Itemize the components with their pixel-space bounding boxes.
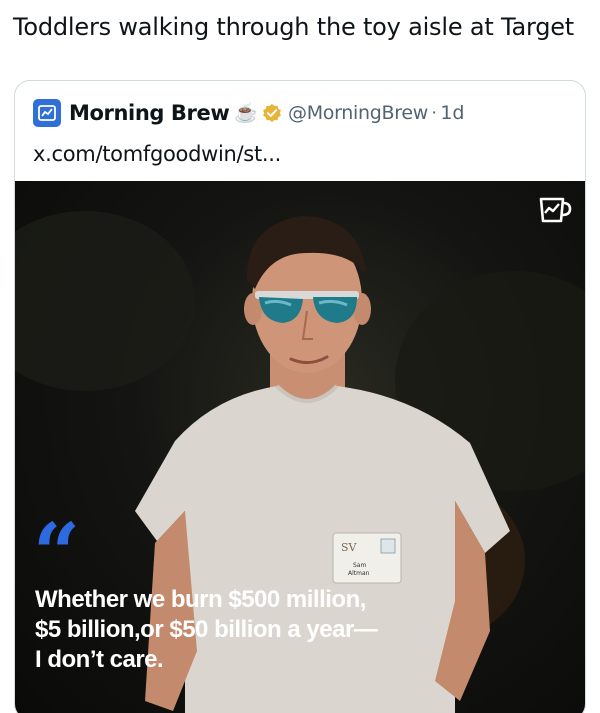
author-name[interactable]: Morning Brew xyxy=(69,101,230,125)
quote-mark-icon: “ xyxy=(33,506,81,602)
badge-first-name: Sam xyxy=(353,562,366,569)
quote-line: $5 billion,or $50 billion a year— xyxy=(35,616,378,643)
coffee-emoji: ☕ xyxy=(234,103,259,124)
badge-last-name: Altman xyxy=(348,570,370,577)
post-timestamp[interactable]: 1d xyxy=(440,102,464,124)
quoted-post-header: Morning Brew ☕ @MorningBrew · 1d xyxy=(33,98,464,128)
quote-line: I don’t care. xyxy=(35,646,164,673)
quoted-post-card[interactable]: Morning Brew ☕ @MorningBrew · 1d x.com/t… xyxy=(14,80,586,713)
quoted-post-link[interactable]: x.com/tomfgoodwin/st... xyxy=(33,142,281,166)
morning-brew-avatar[interactable] xyxy=(33,99,61,127)
quote-line: Whether we burn $500 million, xyxy=(35,586,366,613)
header-separator: · xyxy=(431,102,438,123)
verified-badge-icon xyxy=(263,103,281,123)
quoted-post-image[interactable]: SV Sam Altman “ Whether we burn $500 mil… xyxy=(15,181,585,713)
author-handle[interactable]: @MorningBrew xyxy=(288,102,428,124)
badge-logo: SV xyxy=(341,541,358,554)
morning-brew-mug-logo xyxy=(539,197,572,223)
quote-text: Whether we burn $500 million, $5 billion… xyxy=(35,585,485,675)
post-caption: Toddlers walking through the toy aisle a… xyxy=(13,13,575,41)
